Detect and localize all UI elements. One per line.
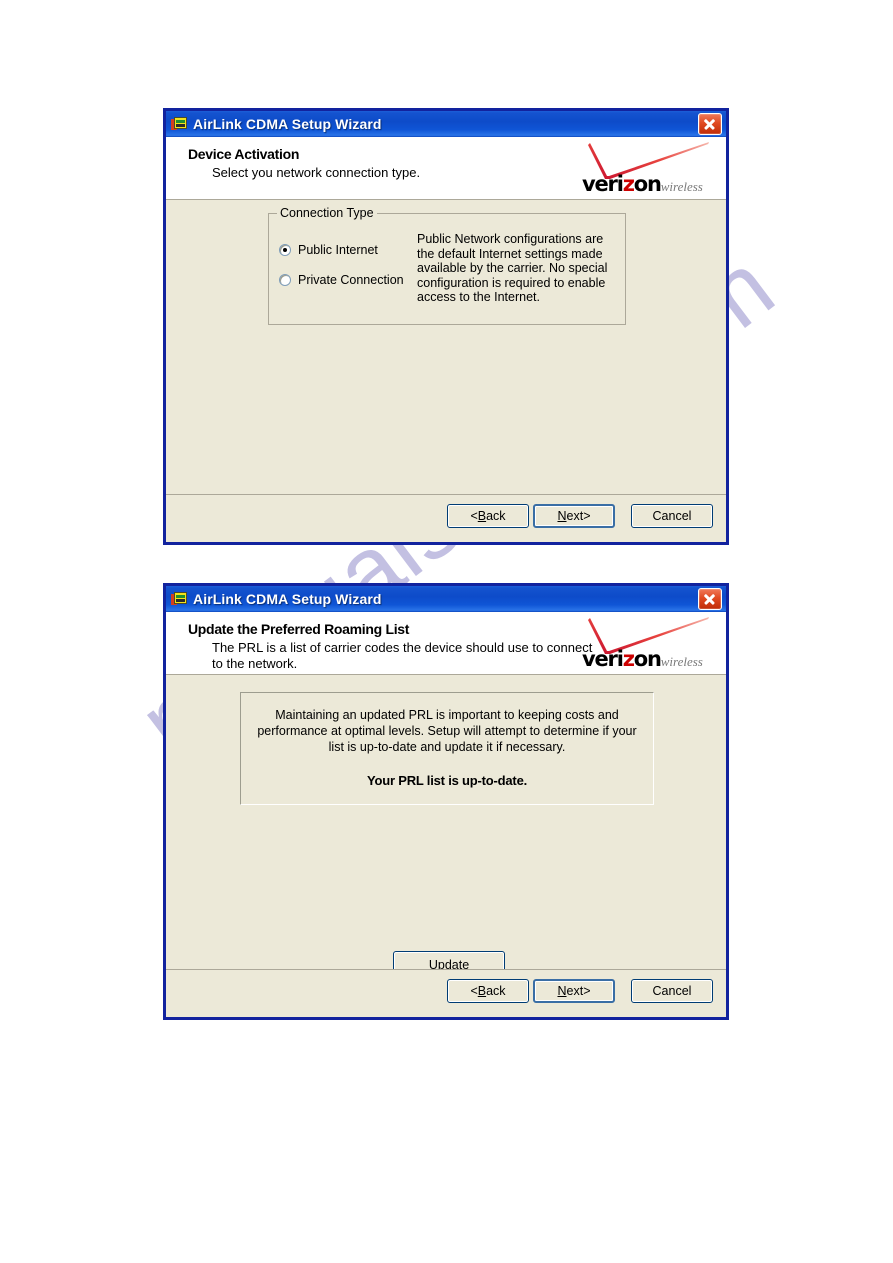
app-icon	[171, 116, 187, 132]
next-button[interactable]: Next >	[533, 979, 615, 1003]
wizard-body: Maintaining an updated PRL is important …	[166, 675, 726, 978]
next-suffix: >	[583, 509, 591, 523]
app-icon	[171, 591, 187, 607]
cancel-button[interactable]: Cancel	[631, 504, 713, 528]
footer-button-row: < Back Next > Cancel	[447, 504, 713, 528]
window-title: AirLink CDMA Setup Wizard	[193, 116, 382, 132]
logo-accent: z	[622, 647, 635, 671]
page-subtitle-line-2: to the network.	[212, 656, 298, 671]
close-icon[interactable]	[698, 588, 722, 610]
wizard-footer: < Back Next > Cancel	[166, 969, 726, 1017]
wizard-header: Device Activation Select you network con…	[166, 137, 726, 200]
logo-prefix: veri	[582, 647, 624, 671]
connection-type-legend: Connection Type	[277, 206, 377, 220]
next-mnemonic: N	[557, 984, 567, 998]
verizon-wireless-logo: verizonwireless	[576, 141, 718, 197]
titlebar: AirLink CDMA Setup Wizard	[166, 586, 726, 612]
verizon-wordmark: verizonwireless	[582, 649, 703, 672]
page-subtitle-line-1: Select you network connection type.	[212, 165, 421, 180]
verizon-wireless-logo: verizonwireless	[576, 616, 718, 672]
titlebar: AirLink CDMA Setup Wizard	[166, 111, 726, 137]
next-rest: ext	[566, 509, 584, 523]
back-rest: ack	[486, 984, 506, 998]
back-mnemonic: B	[477, 984, 487, 998]
radio-option-private-connection[interactable]: Private Connection	[279, 269, 429, 291]
logo-suffix: on	[633, 172, 662, 196]
back-prefix: <	[470, 509, 478, 523]
back-mnemonic: B	[477, 509, 487, 523]
back-prefix: <	[470, 984, 478, 998]
prl-status-message: Your PRL list is up-to-date.	[366, 773, 528, 788]
radio-label-public-internet: Public Internet	[298, 243, 378, 257]
logo-sub: wireless	[660, 179, 703, 194]
page-subtitle-line-1: The PRL is a list of carrier codes the d…	[212, 640, 593, 655]
logo-accent: z	[622, 172, 635, 196]
prl-info-paragraph: Maintaining an updated PRL is important …	[257, 708, 637, 754]
radio-icon-private-connection[interactable]	[279, 274, 291, 286]
connection-type-groupbox: Connection Type Public Internet Private …	[268, 206, 626, 325]
next-mnemonic: N	[557, 509, 567, 523]
logo-sub: wireless	[660, 654, 703, 669]
back-button[interactable]: < Back	[447, 979, 529, 1003]
wizard-body: Connection Type Public Internet Private …	[166, 200, 726, 489]
logo-prefix: veri	[582, 172, 624, 196]
radio-label-private-connection: Private Connection	[298, 273, 404, 287]
radio-option-public-internet[interactable]: Public Internet	[279, 239, 429, 261]
page-subtitle: The PRL is a list of carrier codes the d…	[212, 640, 602, 672]
setup-wizard-dialog-device-activation: AirLink CDMA Setup Wizard Device Activat…	[163, 108, 729, 545]
next-rest: ext	[566, 984, 584, 998]
verizon-wordmark: verizonwireless	[582, 174, 703, 197]
logo-suffix: on	[633, 647, 662, 671]
footer-button-row: < Back Next > Cancel	[447, 979, 713, 1003]
wizard-header: Update the Preferred Roaming List The PR…	[166, 612, 726, 675]
next-suffix: >	[583, 984, 591, 998]
next-button[interactable]: Next >	[533, 504, 615, 528]
setup-wizard-dialog-prl-update: AirLink CDMA Setup Wizard Update the Pre…	[163, 583, 729, 1020]
connection-type-description: Public Network configurations are the de…	[417, 232, 608, 305]
connection-type-radio-group: Public Internet Private Connection	[279, 239, 429, 299]
back-button[interactable]: < Back	[447, 504, 529, 528]
page-subtitle: Select you network connection type.	[212, 165, 602, 181]
close-icon[interactable]	[698, 113, 722, 135]
cancel-button[interactable]: Cancel	[631, 979, 713, 1003]
radio-icon-public-internet[interactable]	[279, 244, 291, 256]
window-title: AirLink CDMA Setup Wizard	[193, 591, 382, 607]
prl-info-panel: Maintaining an updated PRL is important …	[240, 692, 654, 805]
wizard-footer: < Back Next > Cancel	[166, 494, 726, 542]
back-rest: ack	[486, 509, 506, 523]
